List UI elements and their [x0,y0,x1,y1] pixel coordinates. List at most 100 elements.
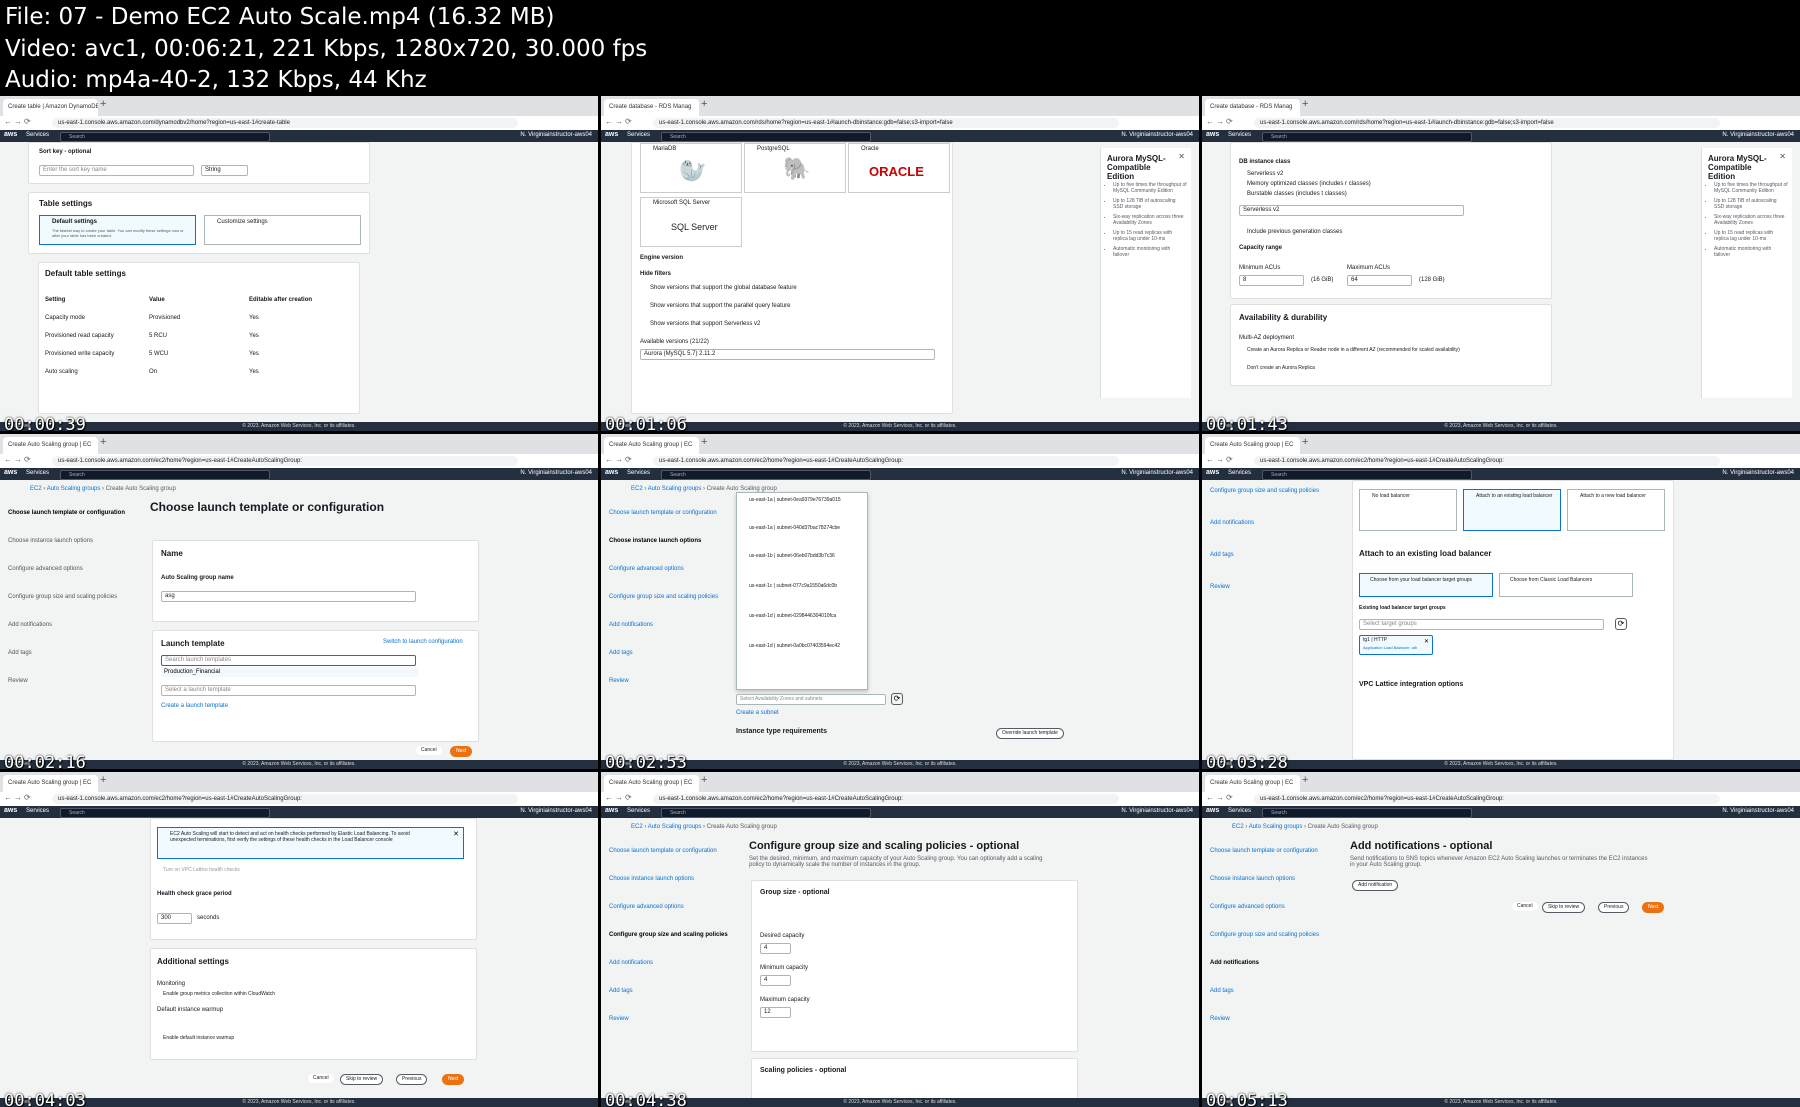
url-field[interactable]: us-east-1.console.aws.amazon.com/ec2/hom… [1254,794,1720,804]
region-selector[interactable]: N. Virginia [1722,132,1750,138]
template-select[interactable]: Select a launch template [161,685,416,696]
aws-logo[interactable]: aws [1206,131,1219,138]
asg-name-input[interactable]: asg [161,591,416,602]
wizard-step[interactable]: Choose launch template or configuration [8,510,125,516]
wizard-step[interactable]: Review [8,678,28,684]
no-lb-card[interactable]: No load balancer [1359,489,1457,531]
wizard-step[interactable]: Review [609,1016,629,1022]
region-selector[interactable]: N. Virginia [520,808,548,814]
services-menu[interactable]: Services [26,808,49,814]
enable-warmup-checkbox[interactable]: Enable default instance warmup [163,1035,234,1041]
version-select[interactable]: Aurora (MySQL 5.7) 2.11.2 [640,349,935,360]
aws-logo[interactable]: aws [4,807,17,814]
user-menu[interactable]: instructor-aws04 [1149,132,1193,138]
override-launch-template-button[interactable]: Override launch template [996,728,1064,739]
nav-arrows-icon[interactable]: ←→⟳ [4,117,33,126]
browser-tab[interactable]: Create database - RDS Manag [1205,99,1300,116]
new-tab-icon[interactable]: + [701,774,707,786]
filter-serverless[interactable]: Show versions that support Serverless v2 [650,321,760,327]
desired-capacity-input[interactable]: 4 [760,943,791,954]
radio-burstable[interactable]: Burstable classes (includes t classes) [1247,191,1347,197]
wizard-step[interactable]: Review [1210,1016,1230,1022]
wizard-step[interactable]: Choose instance launch options [8,538,93,544]
services-menu[interactable]: Services [627,132,650,138]
vpc-lattice-hc-checkbox[interactable]: Turn on VPC Lattice health checks [163,867,240,873]
minimum-capacity-input[interactable]: 4 [760,975,791,986]
wizard-step[interactable]: Add tags [1210,552,1234,558]
subnet-option[interactable]: us-east-1b | subnet-06eb07bdd3b7c36 [749,553,835,559]
new-tab-icon[interactable]: + [1302,436,1308,448]
engine-card-postgresql[interactable]: PostgreSQL 🐘 [744,143,846,193]
region-selector[interactable]: N. Virginia [520,470,548,476]
subnet-option[interactable]: us-east-1d | subnet-0298446304010fca [749,613,836,619]
user-menu[interactable]: instructor-aws04 [548,470,592,476]
url-field[interactable]: us-east-1.console.aws.amazon.com/ec2/hom… [1254,456,1720,466]
browser-tab[interactable]: Create table | Amazon DynamoDB [3,99,98,116]
aws-logo[interactable]: aws [605,131,618,138]
url-field[interactable]: us-east-1.console.aws.amazon.com/ec2/hom… [653,456,1119,466]
class-select[interactable]: Serverless v2 [1239,205,1464,216]
wizard-step[interactable]: Review [609,678,629,684]
new-tab-icon[interactable]: + [701,436,707,448]
search-input[interactable]: Search [60,470,270,480]
wizard-step[interactable]: Review [1210,584,1230,590]
search-input[interactable]: Search [1262,470,1472,480]
enable-metrics-checkbox[interactable]: Enable group metrics collection within C… [163,991,275,997]
engine-card-mariadb[interactable]: MariaDB 🦭 [640,143,742,193]
close-icon[interactable]: ✕ [453,830,459,838]
url-field[interactable]: us-east-1.console.aws.amazon.com/ec2/hom… [653,794,1119,804]
add-notification-button[interactable]: Add notification [1352,880,1399,891]
sort-key-type-select[interactable]: String [201,165,248,176]
subnet-option[interactable]: us-east-1c | subnet-077c9a1550a6dc0b [749,583,837,589]
default-settings-card[interactable]: Default settings The fastest way to crea… [39,215,196,245]
filter-parallel-query[interactable]: Show versions that support the parallel … [650,303,790,309]
browser-tab[interactable]: Create Auto Scaling group | EC [604,437,699,454]
create-subnet-link[interactable]: Create a subnet [736,710,779,716]
nav-arrows-icon[interactable]: ←→⟳ [1206,793,1235,802]
refresh-icon[interactable]: ⟳ [1615,618,1627,630]
services-menu[interactable]: Services [26,470,49,476]
user-menu[interactable]: instructor-aws04 [1149,470,1193,476]
wizard-step[interactable]: Configure advanced options [1210,904,1285,910]
browser-tab[interactable]: Create database - RDS Manag [604,99,699,116]
url-field[interactable]: us-east-1.console.aws.amazon.com/rds/hom… [1254,118,1720,128]
region-selector[interactable]: N. Virginia [520,132,548,138]
next-button[interactable]: Next [1642,902,1665,913]
wizard-step[interactable]: Add tags [609,650,633,656]
cancel-button[interactable]: Cancel [1512,902,1538,911]
wizard-step[interactable]: Choose launch template or configuration [609,510,717,516]
region-selector[interactable]: N. Virginia [1722,808,1750,814]
search-input[interactable]: Search [661,470,871,480]
subnet-option[interactable]: us-east-1a | subnet-0ea9379e76739a015 [749,497,841,503]
services-menu[interactable]: Services [627,470,650,476]
browser-tab[interactable]: Create Auto Scaling group | EC [3,437,98,454]
template-search-input[interactable]: Search launch templates [161,655,416,666]
url-field[interactable]: us-east-1.console.aws.amazon.com/ec2/hom… [52,794,518,804]
sort-key-input[interactable]: Enter the sort key name [39,165,194,176]
classic-lb-card[interactable]: Choose from Classic Load Balancers [1499,573,1633,597]
new-tab-icon[interactable]: + [100,436,106,448]
services-menu[interactable]: Services [1228,470,1251,476]
radio-no-replica[interactable]: Don't create an Aurora Replica [1247,365,1315,371]
include-prev-toggle[interactable]: Include previous generation classes [1247,229,1342,235]
services-menu[interactable]: Services [26,132,49,138]
wizard-step[interactable]: Add notifications [8,622,52,628]
nav-arrows-icon[interactable]: ←→⟳ [1206,455,1235,464]
user-menu[interactable]: instructor-aws04 [1750,808,1794,814]
new-lb-card[interactable]: Attach to a new load balancer [1567,489,1665,531]
wizard-step[interactable]: Choose launch template or configuration [609,848,717,854]
nav-arrows-icon[interactable]: ←→⟳ [4,793,33,802]
wizard-step[interactable]: Choose instance launch options [1210,876,1295,882]
wizard-step[interactable]: Configure group size and scaling policie… [1210,488,1319,494]
subnet-option[interactable]: us-east-1d | subnet-0a0bc07403594ec42 [749,643,840,649]
user-menu[interactable]: instructor-aws04 [548,132,592,138]
region-selector[interactable]: N. Virginia [1121,132,1149,138]
browser-tab[interactable]: Create Auto Scaling group | EC [1205,775,1300,792]
nav-arrows-icon[interactable]: ←→⟳ [605,117,634,126]
search-input[interactable]: Search [661,808,871,818]
skip-to-review-button[interactable]: Skip to review [1542,902,1586,913]
new-tab-icon[interactable]: + [100,774,106,786]
target-group-select[interactable]: Select target groups [1359,619,1604,630]
search-input[interactable]: Search [1262,132,1472,142]
browser-tab[interactable]: Create Auto Scaling group | EC [1205,437,1300,454]
